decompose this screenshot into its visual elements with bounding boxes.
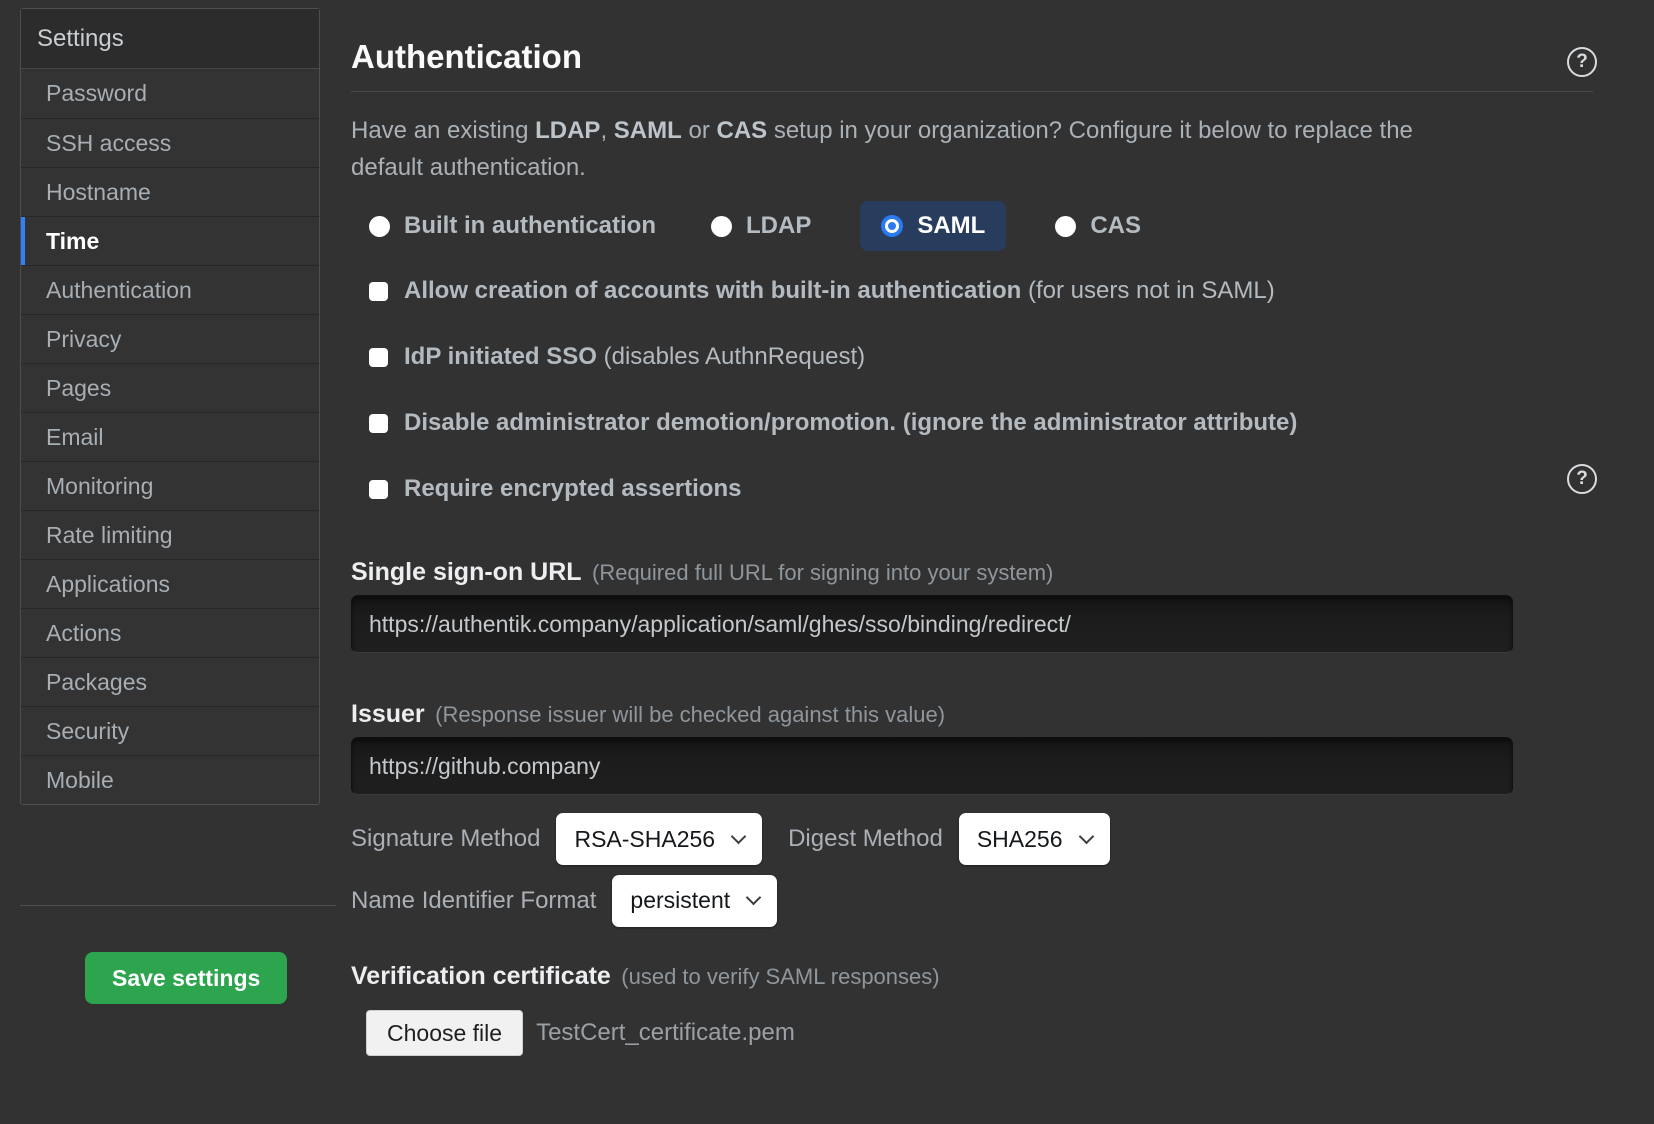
sidebar-item-rate-limiting[interactable]: Rate limiting: [21, 510, 319, 559]
chosen-file-name: TestCert_certificate.pem: [536, 1019, 795, 1047]
sidebar-item-privacy[interactable]: Privacy: [21, 314, 319, 363]
digest-method-select[interactable]: SHA256: [959, 813, 1110, 865]
saml-options-group: Allow creation of accounts with built-in…: [369, 278, 1297, 542]
save-settings-button[interactable]: Save settings: [85, 952, 287, 1004]
sidebar-item-mobile[interactable]: Mobile: [21, 755, 319, 804]
radio-selected-icon: [881, 215, 903, 237]
issuer-label-row: Issuer (Response issuer will be checked …: [351, 700, 945, 729]
checkbox-label: Allow creation of accounts with built-in…: [404, 277, 1021, 304]
sidebar-item-hostname[interactable]: Hostname: [21, 167, 319, 216]
method-row: Signature Method RSA-SHA256 Digest Metho…: [351, 813, 1110, 865]
sso-url-hint: (Required full URL for signing into your…: [592, 560, 1053, 585]
sso-url-label-row: Single sign-on URL (Required full URL fo…: [351, 558, 1053, 587]
sidebar-item-password[interactable]: Password: [21, 69, 319, 118]
signature-method-value: RSA-SHA256: [574, 826, 715, 853]
name-id-format-row: Name Identifier Format persistent: [351, 873, 777, 928]
sidebar-item-monitoring[interactable]: Monitoring: [21, 461, 319, 510]
checkbox-suffix: (for users not in SAML): [1021, 277, 1274, 304]
intro-segment: Have an existing: [351, 117, 535, 144]
radio-built-in-authentication[interactable]: Built in authentication: [369, 212, 656, 240]
checkbox-icon: [369, 348, 388, 367]
issuer-label: Issuer: [351, 700, 425, 728]
checkbox-disable-admin-demotion[interactable]: Disable administrator demotion/promotion…: [369, 410, 1297, 436]
ghes-management-console: Settings Password SSH access Hostname Ti…: [0, 0, 1654, 1124]
page-title: Authentication: [351, 38, 582, 76]
help-icon-encrypted-assertions[interactable]: ?: [1567, 464, 1597, 494]
authentication-settings-panel: Authentication ? Have an existing LDAP, …: [351, 0, 1593, 1124]
chevron-down-icon: [746, 890, 762, 906]
sidebar-title: Settings: [21, 9, 319, 69]
checkbox-require-encrypted-assertions[interactable]: Require encrypted assertions: [369, 476, 1297, 502]
chevron-down-icon: [731, 828, 747, 844]
issuer-hint: (Response issuer will be checked against…: [435, 702, 945, 727]
sidebar-item-applications[interactable]: Applications: [21, 559, 319, 608]
radio-unselected-icon: [711, 216, 732, 237]
sidebar-item-ssh-access[interactable]: SSH access: [21, 118, 319, 167]
verification-cert-label: Verification certificate: [351, 962, 611, 990]
verification-cert-label-row: Verification certificate (used to verify…: [351, 962, 940, 991]
checkbox-icon: [369, 480, 388, 499]
issuer-input[interactable]: https://github.company: [351, 737, 1513, 795]
intro-cas: CAS: [716, 117, 767, 144]
checkbox-idp-initiated-sso[interactable]: IdP initiated SSO (disables AuthnRequest…: [369, 344, 1297, 370]
signature-method-select[interactable]: RSA-SHA256: [556, 813, 762, 865]
verification-cert-file-row: Choose file TestCert_certificate.pem: [366, 1010, 795, 1056]
radio-cas[interactable]: CAS: [1055, 212, 1141, 240]
settings-sidebar: Settings Password SSH access Hostname Ti…: [20, 8, 320, 805]
radio-saml[interactable]: SAML: [860, 201, 1006, 251]
sidebar-item-authentication[interactable]: Authentication: [21, 265, 319, 314]
sso-url-input[interactable]: https://authentik.company/application/sa…: [351, 595, 1513, 653]
checkbox-allow-builtin-accounts[interactable]: Allow creation of accounts with built-in…: [369, 278, 1297, 304]
digest-method-label: Digest Method: [788, 825, 943, 853]
sidebar-footer-divider: [20, 905, 336, 906]
sidebar-item-packages[interactable]: Packages: [21, 657, 319, 706]
sidebar-item-time[interactable]: Time: [21, 216, 319, 265]
signature-method-label: Signature Method: [351, 825, 540, 853]
checkbox-label: Disable administrator demotion/promotion…: [404, 409, 1297, 436]
checkbox-icon: [369, 414, 388, 433]
page-header: Authentication: [351, 0, 1593, 92]
verification-cert-hint: (used to verify SAML responses): [621, 964, 939, 989]
checkbox-label: Require encrypted assertions: [404, 475, 741, 502]
name-id-format-select[interactable]: persistent: [612, 875, 777, 927]
radio-label: LDAP: [746, 212, 811, 240]
intro-segment: ,: [600, 117, 613, 144]
radio-unselected-icon: [1055, 216, 1076, 237]
intro-segment: or: [682, 117, 717, 144]
sidebar-item-actions[interactable]: Actions: [21, 608, 319, 657]
radio-label: SAML: [917, 212, 985, 240]
help-icon[interactable]: ?: [1567, 47, 1597, 77]
checkbox-suffix: (disables AuthnRequest): [597, 343, 865, 370]
name-id-format-label: Name Identifier Format: [351, 887, 596, 915]
intro-text: Have an existing LDAP, SAML or CAS setup…: [351, 112, 1456, 186]
sidebar-item-email[interactable]: Email: [21, 412, 319, 461]
sidebar-item-security[interactable]: Security: [21, 706, 319, 755]
choose-file-button[interactable]: Choose file: [366, 1010, 523, 1056]
radio-unselected-icon: [369, 216, 390, 237]
radio-label: CAS: [1090, 212, 1141, 240]
intro-saml: SAML: [614, 117, 682, 144]
sidebar-item-pages[interactable]: Pages: [21, 363, 319, 412]
radio-ldap[interactable]: LDAP: [711, 212, 811, 240]
chevron-down-icon: [1078, 828, 1094, 844]
sidebar-nav: Password SSH access Hostname Time Authen…: [21, 69, 319, 804]
intro-ldap: LDAP: [535, 117, 600, 144]
checkbox-label: IdP initiated SSO: [404, 343, 597, 370]
name-id-format-value: persistent: [630, 887, 730, 914]
checkbox-icon: [369, 282, 388, 301]
radio-label: Built in authentication: [404, 212, 656, 240]
digest-method-value: SHA256: [977, 826, 1063, 853]
sso-url-label: Single sign-on URL: [351, 558, 582, 586]
auth-method-radio-group: Built in authentication LDAP SAML CAS: [369, 202, 1141, 250]
